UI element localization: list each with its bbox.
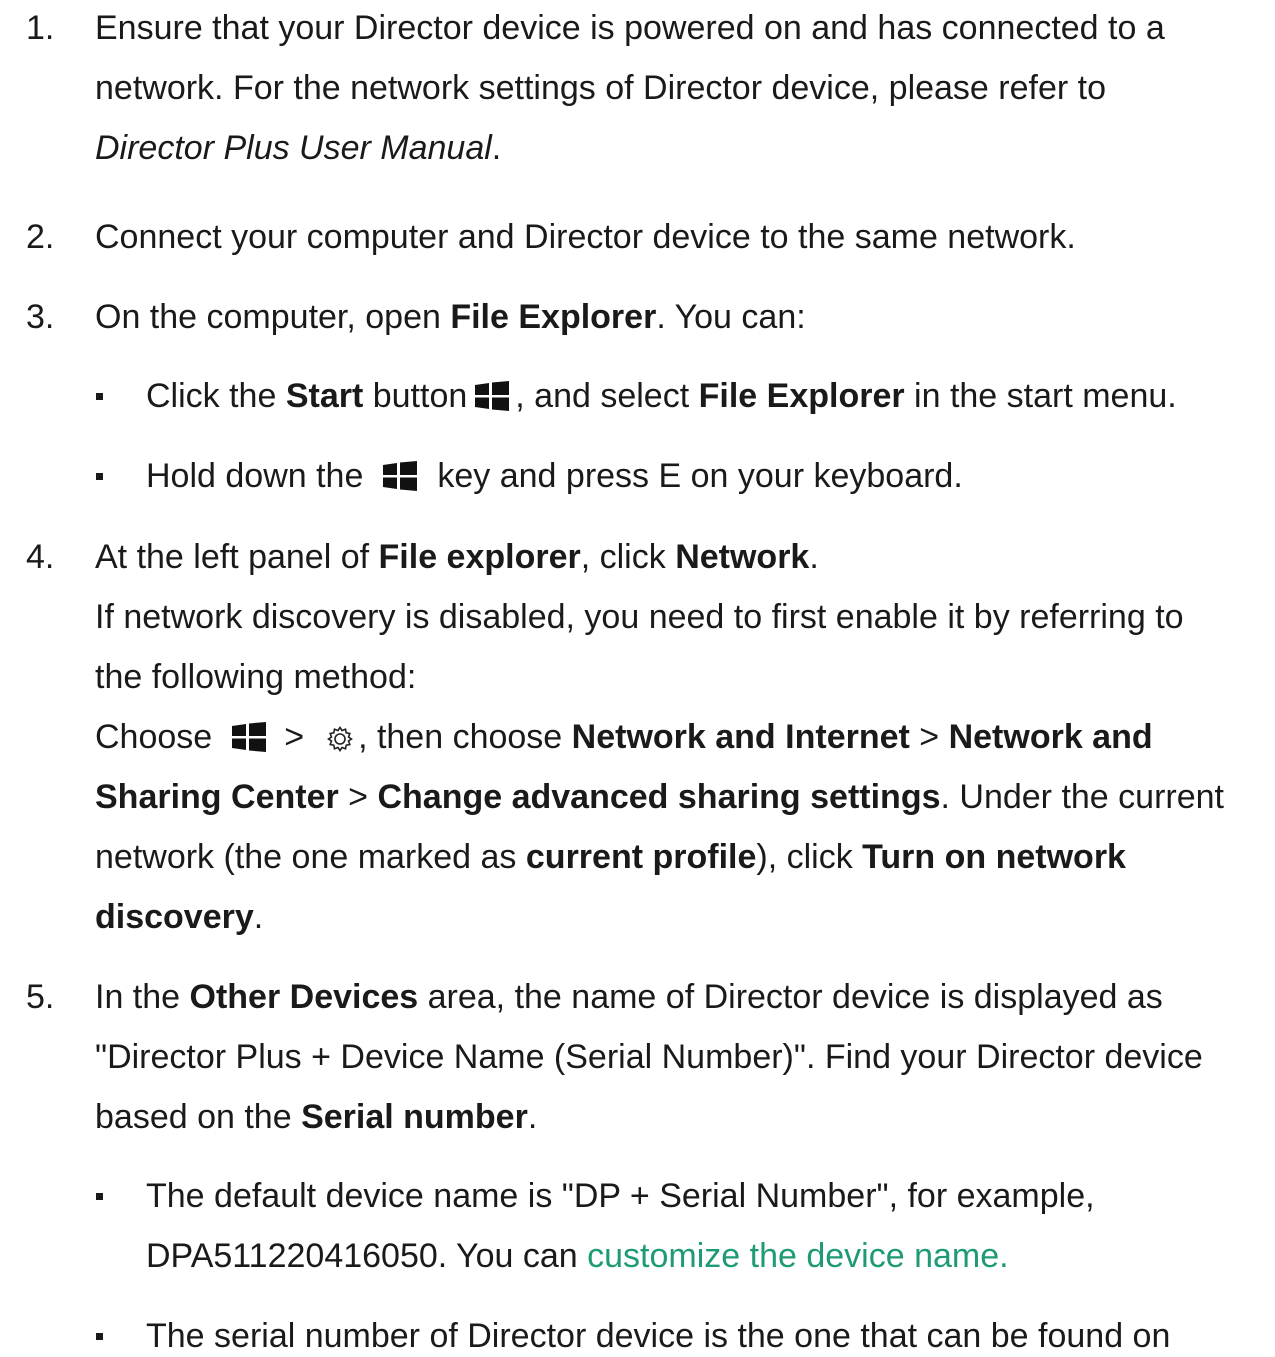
bullet-marker [96,473,103,480]
step-5-line-1: In the Other Devices area, the name of D… [95,978,1163,1016]
bullet-marker [96,393,103,400]
step-4-line-7: discovery. [95,898,264,936]
customize-device-name-link[interactable]: customize the device name. [587,1237,1008,1275]
step-4-line-4: Choose >, then choose Network and Interne… [95,718,1153,756]
step-5-bullet-1-line-2: DPA511220416050. You can customize the d… [146,1237,1009,1275]
bullet-marker [96,1333,103,1340]
step-number: 1. [26,9,55,47]
step-4-line-3: the following method: [95,658,417,696]
windows-logo-icon [475,380,510,411]
manual-title: Director Plus User Manual [95,129,492,167]
step-number: 3. [26,298,55,336]
step-4-line-1: At the left panel of File explorer, clic… [95,538,819,576]
step-1-line-2: network. For the network settings of Dir… [95,69,1107,107]
bullet-marker [96,1193,103,1200]
step-5-bullet-2-line-1: The serial number of Director device is … [146,1317,1171,1355]
step-5-line-2: "Director Plus + Device Name (Serial Num… [95,1038,1203,1076]
step-number: 2. [26,218,55,256]
step-5-line-3: based on the Serial number. [95,1098,538,1136]
step-2-line-1: Connect your computer and Director devic… [95,218,1076,256]
gear-icon [326,722,354,752]
step-1-line-3: Director Plus User Manual. [95,129,502,167]
step-number: 5. [26,978,55,1016]
document-page: 1. Ensure that your Director device is p… [0,0,1275,1357]
step-1-line-1: Ensure that your Director device is powe… [95,9,1165,47]
windows-logo-icon [232,721,267,752]
step-4-line-2: If network discovery is disabled, you ne… [95,598,1184,636]
step-3-line-1: On the computer, open File Explorer. You… [95,298,806,336]
step-5-bullet-1-line-1: The default device name is "DP + Serial … [146,1177,1095,1215]
step-4-line-5: Sharing Center > Change advanced sharing… [95,778,1224,816]
step-4-line-6: network (the one marked as current profi… [95,838,1126,876]
step-3-bullet-2: Hold down the key and press E on your key… [146,457,963,495]
step-number: 4. [26,538,55,576]
step-3-bullet-1: Click the Start button, and select File … [146,377,1177,415]
windows-logo-icon [383,460,418,491]
